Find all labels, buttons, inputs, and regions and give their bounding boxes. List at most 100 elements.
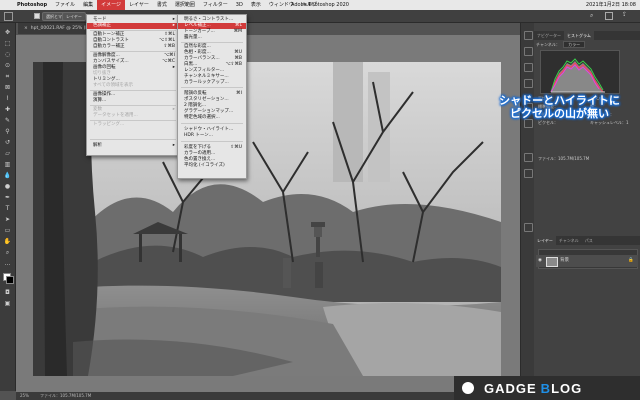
- histogram-callout: シャドーとハイライトに ピクセルの山が無い: [479, 94, 640, 134]
- histogram-panel-tabs: ナビゲーター ヒストグラム: [534, 31, 640, 40]
- menu-separator: [181, 42, 243, 43]
- menu-item-analysis[interactable]: 解析 ▸: [87, 143, 179, 149]
- menu-item-adjustments[interactable]: 色調補正 ▸: [87, 23, 179, 29]
- mac-menubar: Photoshop ファイル 編集 イメージ レイヤー 書式 選択範囲 フィルタ…: [0, 0, 640, 10]
- quick-select-tool-icon[interactable]: ⊙: [3, 62, 12, 70]
- path-select-tool-icon[interactable]: ➤: [3, 216, 12, 224]
- menu-window[interactable]: ウィンドウ: [265, 0, 298, 10]
- lock-icon: 🔒: [628, 258, 634, 263]
- layer-dropdown[interactable]: レイヤー: [62, 12, 86, 21]
- tab-paths[interactable]: パス: [582, 236, 596, 245]
- move-tool-icon[interactable]: ✥: [3, 29, 12, 37]
- pen-tool-icon[interactable]: ✒: [3, 194, 12, 202]
- callout-line-2: ピクセルの山が無い: [510, 107, 609, 120]
- swatches-panel-icon[interactable]: [524, 169, 533, 178]
- menu-help[interactable]: ヘルプ: [298, 0, 321, 10]
- status-icons: 2021年1月2日 18:08: [586, 0, 636, 10]
- menu-item-selective-color[interactable]: 特定色域の選択...: [178, 115, 246, 121]
- image-menu-dropdown: モード ▸ 色調補正 ▸ 自動トーン補正 ⇧⌘L 自動コントラスト ⌥⇧⌘L 自動カラー…: [86, 14, 180, 156]
- history-panel-icon[interactable]: [524, 31, 533, 40]
- callout-line-1: シャドーとハイライトに: [499, 94, 620, 107]
- blur-tool-icon[interactable]: 💧: [3, 172, 12, 180]
- brush-tool-icon[interactable]: ✎: [3, 117, 12, 125]
- eyedropper-tool-icon[interactable]: ⌇: [3, 95, 12, 103]
- menu-app-photoshop[interactable]: Photoshop: [13, 0, 51, 10]
- menu-item-color-lookup[interactable]: カラールックアップ...: [178, 80, 246, 86]
- search-icon[interactable]: ⌕: [590, 12, 593, 20]
- close-icon[interactable]: ×: [24, 26, 28, 31]
- menu-item-exposure[interactable]: 露光量...: [178, 35, 246, 41]
- color-panel-icon[interactable]: [524, 223, 533, 232]
- history-brush-tool-icon[interactable]: ↺: [3, 139, 12, 147]
- channel-select[interactable]: カラー: [563, 41, 586, 48]
- menu-filter[interactable]: フィルター: [199, 0, 232, 10]
- workspace-icon[interactable]: [605, 12, 613, 20]
- tools-panel: ✥ ⬚ ◌ ⊙ ⌗ ⊠ ⌇ ✚ ✎ ⚲ ↺ ▱ ▥ 💧 ● ✒ T ➤ ▭ ✋ …: [0, 23, 16, 391]
- file-size-status: ファイル：105.7M/105.7M: [40, 393, 92, 398]
- menu-item-reveal-all: すべての領域を表示: [93, 83, 134, 88]
- eye-icon[interactable]: ◉: [538, 255, 542, 267]
- healing-brush-tool-icon[interactable]: ✚: [3, 106, 12, 114]
- menu-separator: [90, 139, 176, 140]
- layer-row[interactable]: ◉ 背景 🔒: [536, 255, 638, 267]
- shape-tool-icon[interactable]: ▭: [3, 227, 12, 235]
- eraser-tool-icon[interactable]: ▱: [3, 150, 12, 158]
- menu-view[interactable]: 表示: [247, 0, 265, 10]
- options-checkbox[interactable]: [34, 13, 40, 19]
- logo-text-gadge: GADGE: [484, 380, 537, 396]
- clock: 2021年1月2日 18:08: [585, 2, 636, 8]
- menu-separator: [90, 90, 176, 91]
- frame-tool-icon[interactable]: ⊠: [3, 84, 12, 92]
- tab-layers[interactable]: レイヤー: [534, 236, 556, 245]
- menu-image[interactable]: イメージ: [97, 0, 125, 10]
- menu-item-hdr-toning[interactable]: HDR トーン...: [178, 133, 246, 139]
- menu-separator: [181, 123, 243, 124]
- crop-tool-icon[interactable]: ⌗: [3, 73, 12, 81]
- menu-item-calculations[interactable]: 演算...: [87, 98, 179, 104]
- gradient-tool-icon[interactable]: ▥: [3, 161, 12, 169]
- share-icon[interactable]: ⇪: [622, 11, 627, 18]
- menu-separator: [181, 87, 243, 88]
- stamp-tool-icon[interactable]: ⚲: [3, 128, 12, 136]
- adjustments-submenu: 明るさ・コントラスト... レベル補正... ⌘L トーンカーブ... ⌘M 露光量…: [177, 14, 247, 179]
- lasso-tool-icon[interactable]: ◌: [3, 51, 12, 59]
- menu-edit[interactable]: 編集: [79, 0, 97, 10]
- more-tools-icon[interactable]: …: [3, 260, 12, 268]
- menu-item-equalize[interactable]: 平均化 (イコライズ): [178, 163, 246, 169]
- quick-mask-icon[interactable]: ◘: [3, 289, 12, 297]
- move-tool-icon[interactable]: [4, 12, 13, 21]
- layers-panel-tabs: レイヤー チャンネル パス: [534, 236, 640, 245]
- menu-item-trap: トラッピング...: [93, 122, 125, 127]
- histogram-graph: [540, 50, 620, 94]
- screen-mode-icon[interactable]: ▣: [3, 300, 12, 308]
- gadgeblog-logo: GADGE BLOG: [454, 376, 640, 400]
- hand-tool-icon[interactable]: ✋: [3, 238, 12, 246]
- menu-item-auto-color[interactable]: 自動カラー補正 ⇧⌘B: [87, 44, 179, 50]
- logo-circle-icon: [462, 382, 474, 394]
- type-tool-icon[interactable]: T: [3, 205, 12, 213]
- marquee-tool-icon[interactable]: ⬚: [3, 40, 12, 48]
- layer-thumbnail[interactable]: [546, 257, 558, 267]
- layer-name[interactable]: 背景: [560, 255, 569, 267]
- menu-file[interactable]: ファイル: [51, 0, 79, 10]
- menu-type[interactable]: 書式: [153, 0, 171, 10]
- zoom-level[interactable]: 25%: [20, 392, 29, 400]
- dodge-tool-icon[interactable]: ●: [3, 183, 12, 191]
- brush-panel-icon[interactable]: [524, 79, 533, 88]
- menu-3d[interactable]: 3D: [232, 0, 247, 10]
- libraries-panel-icon[interactable]: [524, 153, 533, 162]
- zoom-tool-icon[interactable]: ⌕: [3, 249, 12, 257]
- adjustments-panel-icon[interactable]: [524, 63, 533, 72]
- menu-separator: [90, 105, 176, 106]
- menu-select[interactable]: 選択範囲: [171, 0, 199, 10]
- logo-text-blog: BLOG: [540, 380, 583, 396]
- properties-panel-icon[interactable]: [524, 47, 533, 56]
- tab-navigator[interactable]: ナビゲーター: [534, 31, 564, 40]
- histogram-source: ファイル：105.7M/105.7M: [538, 156, 590, 161]
- background-color-swatch[interactable]: [6, 276, 14, 284]
- tab-histogram[interactable]: ヒストグラム: [564, 31, 594, 40]
- tab-channels[interactable]: チャンネル: [556, 236, 582, 245]
- menu-separator: [90, 120, 176, 121]
- menu-layer[interactable]: レイヤー: [125, 0, 153, 10]
- menu-separator: [90, 51, 176, 52]
